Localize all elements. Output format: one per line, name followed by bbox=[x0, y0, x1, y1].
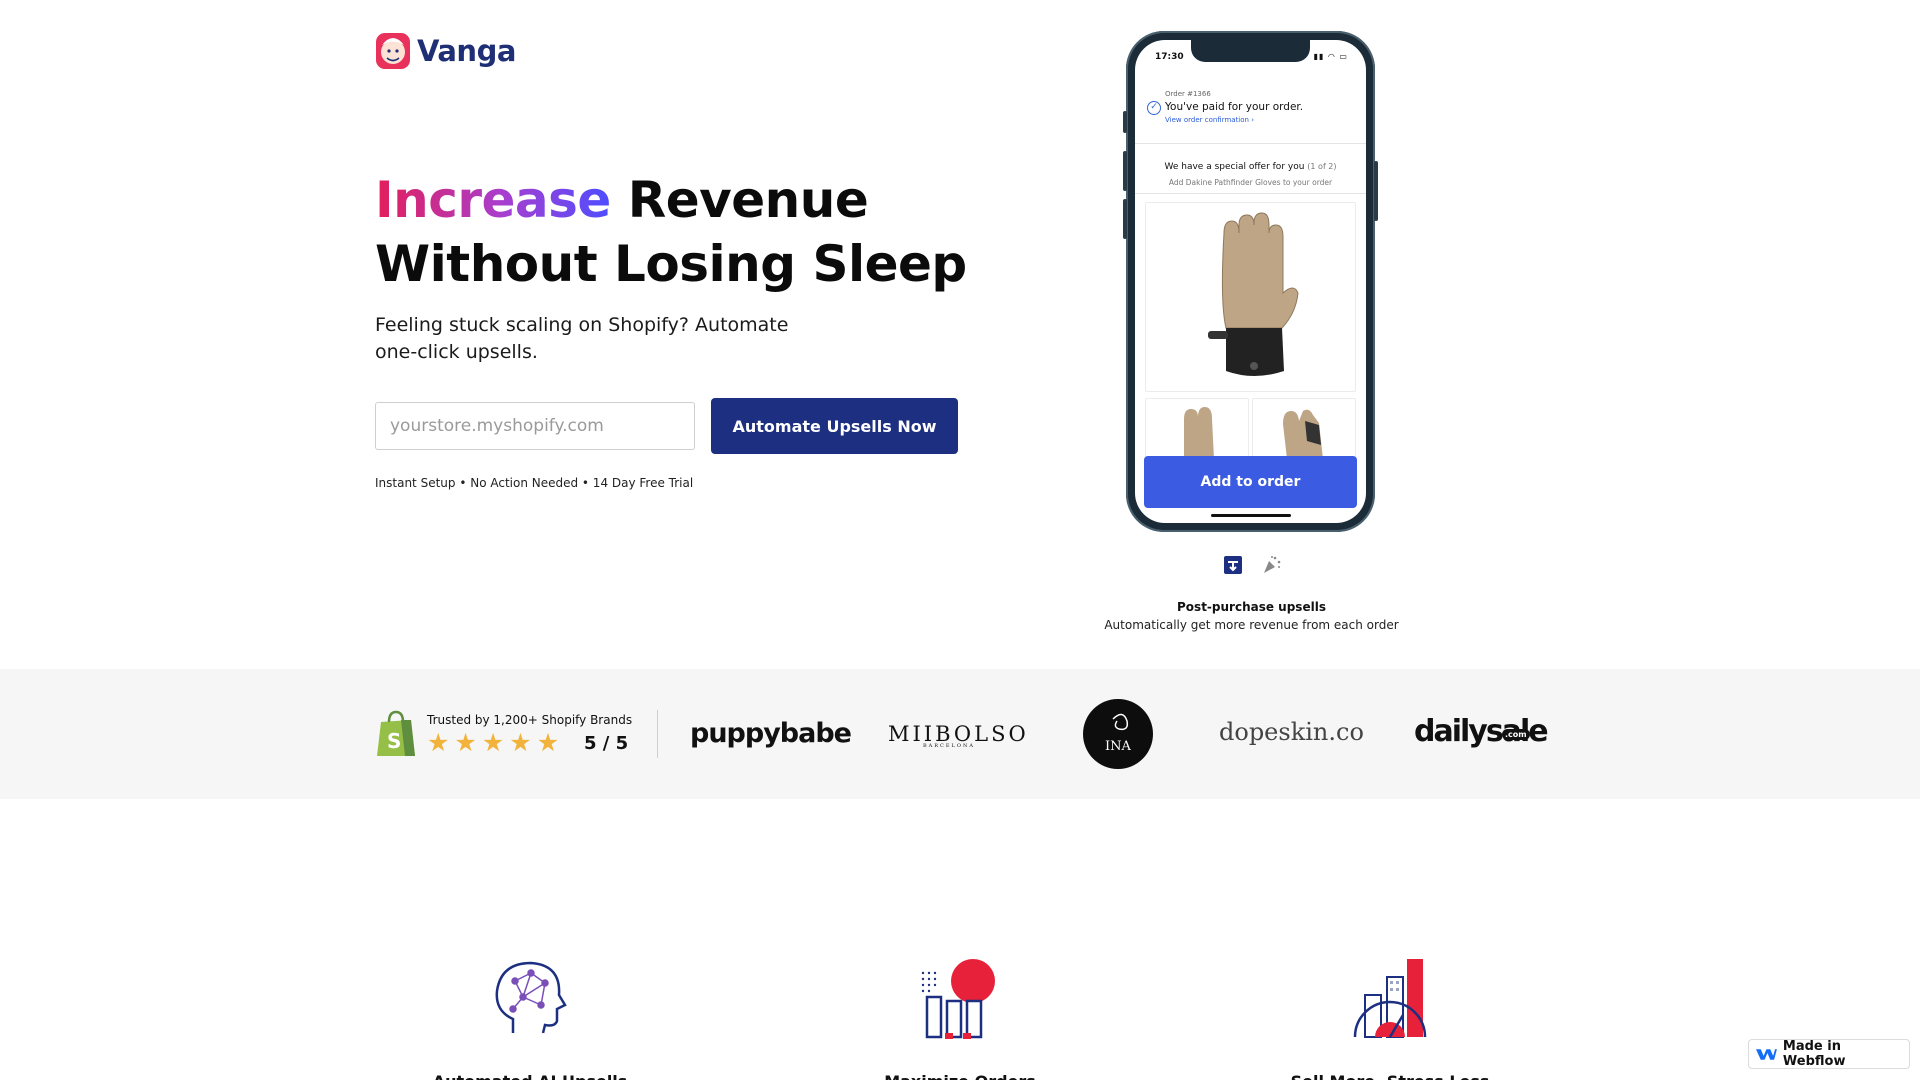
automate-upsells-button[interactable]: Automate Upsells Now bbox=[711, 398, 958, 454]
webflow-icon bbox=[1756, 1049, 1777, 1060]
brand-logo-miibolso-sub: BARCELONA bbox=[923, 743, 975, 749]
store-url-input[interactable] bbox=[375, 402, 695, 450]
star-icon: ★ bbox=[481, 728, 505, 757]
view-order-link[interactable]: View order confirmation › bbox=[1165, 116, 1254, 124]
hero-title-line1-rest: Revenue bbox=[627, 171, 869, 229]
brand-logo-ina: INA bbox=[1083, 699, 1153, 769]
star-icon: ★ bbox=[454, 728, 477, 757]
shopping-icon bbox=[921, 959, 995, 1039]
brand-logo-dopeskin: dopeskin.co bbox=[1219, 718, 1364, 746]
hero-subtitle: Feeling stuck scaling on Shopify? Automa… bbox=[375, 314, 789, 363]
growth-chart-icon bbox=[1353, 959, 1427, 1038]
home-indicator bbox=[1211, 514, 1291, 517]
status-time: 17:30 bbox=[1155, 52, 1184, 62]
trusted-text: Trusted by 1,200+ Shopify Brands bbox=[427, 713, 633, 727]
offer-count: (1 of 2) bbox=[1307, 162, 1337, 171]
feature-icons bbox=[1222, 554, 1282, 576]
svg-text:S: S bbox=[387, 729, 401, 753]
logo-text: Vanga bbox=[417, 34, 516, 68]
product-image-main bbox=[1145, 202, 1356, 392]
benefit-label: Automated AI Upsells bbox=[380, 1072, 680, 1080]
rating-value: 5 / 5 bbox=[584, 733, 629, 754]
check-circle-icon: ✓ bbox=[1147, 101, 1161, 115]
brand-logo-ina-text: INA bbox=[1105, 739, 1131, 754]
order-confirmation: ✓ Order #1366 You've paid for your order… bbox=[1135, 76, 1366, 144]
phone-screen: 17:30 ▮▮ ◠ ▭ ✓ Order #1366 You've paid f… bbox=[1135, 40, 1366, 523]
offer-title: We have a special offer for you (1 of 2) bbox=[1135, 162, 1366, 172]
party-popper-icon[interactable] bbox=[1260, 554, 1282, 576]
benefit-label: Sell More, Stress Less bbox=[1240, 1072, 1540, 1080]
feature-caption: Post-purchase upsells Automatically get … bbox=[1050, 600, 1453, 632]
special-offer: We have a special offer for you (1 of 2)… bbox=[1135, 150, 1366, 194]
hero-title-highlight: Increase bbox=[375, 171, 611, 229]
webflow-badge-label: Made in Webflow bbox=[1782, 1039, 1846, 1069]
feature-subtitle: Automatically get more revenue from each… bbox=[1104, 618, 1399, 632]
offer-subtitle: Add Dakine Pathfinder Gloves to your ord… bbox=[1168, 178, 1333, 187]
hero-title-line2: Without Losing Sleep bbox=[375, 235, 967, 293]
feature-title: Post-purchase upsells bbox=[1177, 600, 1326, 614]
add-to-order-button[interactable]: Add to order bbox=[1144, 456, 1357, 508]
star-icon: ★ bbox=[509, 728, 532, 757]
star-icon: ★ bbox=[536, 728, 560, 757]
status-icons: ▮▮ ◠ ▭ bbox=[1313, 52, 1348, 61]
made-in-webflow-badge[interactable]: Made in Webflow bbox=[1748, 1039, 1910, 1069]
vanga-logo-icon bbox=[376, 33, 410, 69]
order-paid-text: You've paid for your order. bbox=[1165, 101, 1304, 113]
benefit-label: Maximize Orders bbox=[810, 1072, 1110, 1080]
phone-mockup: 17:30 ▮▮ ◠ ▭ ✓ Order #1366 You've paid f… bbox=[1123, 31, 1378, 532]
offer-title-text: We have a special offer for you bbox=[1164, 162, 1305, 172]
brand-logo-dailysale-com: .com bbox=[1502, 729, 1530, 740]
order-number: Order #1366 bbox=[1165, 90, 1211, 98]
star-icon: ★ bbox=[427, 728, 450, 757]
band-divider bbox=[657, 710, 658, 758]
setup-note: Instant Setup • No Action Needed • 14 Da… bbox=[375, 476, 694, 490]
brain-icon bbox=[495, 961, 567, 1034]
hero-title: Increase Revenue Without Losing Sleep bbox=[375, 168, 967, 296]
logo[interactable]: Vanga bbox=[375, 31, 516, 71]
glove-image bbox=[1208, 212, 1299, 376]
upsell-icon[interactable] bbox=[1222, 554, 1244, 576]
shopify-bag-icon: S bbox=[377, 710, 415, 756]
ina-swirl-icon bbox=[1112, 713, 1129, 731]
star-rating: ★ ★ ★ ★ ★ bbox=[427, 729, 559, 757]
brand-logo-puppybabe: puppybabe bbox=[690, 718, 852, 749]
phone-notch bbox=[1191, 40, 1310, 62]
